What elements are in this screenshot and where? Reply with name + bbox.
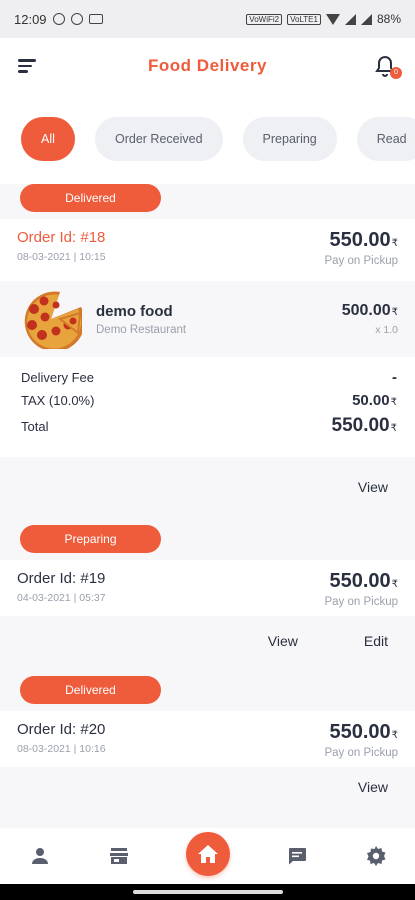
delivery-fee-value: - [392,369,397,386]
item-restaurant: Demo Restaurant [96,323,187,336]
order-actions: View [0,767,415,807]
notification-bell-icon[interactable]: 0 [373,54,402,79]
order-header[interactable]: Order Id: #19 04-03-2021 | 05:37 550.00₹… [0,560,415,616]
status-badge: Preparing [20,525,161,553]
call-icon [70,13,83,25]
tax-label: TAX (10.0%) [21,393,95,408]
signal-icon [344,13,356,25]
item-name: demo food [96,302,173,320]
home-icon [197,845,218,863]
app-header: Food Delivery 0 [0,38,415,94]
order-id: Order Id: #18 [17,229,106,246]
order-date: 08-03-2021 | 10:15 [17,251,106,263]
wifi-icon [325,13,340,25]
status-time: 12:09 [14,11,47,27]
edit-button[interactable]: Edit [364,633,388,649]
tab-ready[interactable]: Read [356,117,415,161]
order-card: Delivered Order Id: #18 08-03-2021 | 10:… [0,184,415,517]
signal-2-icon [360,13,372,25]
currency-symbol: ₹ [391,238,398,249]
battery-level: 88% [376,12,401,26]
order-card: Delivered Order Id: #20 08-03-2021 | 10:… [0,676,415,807]
bottom-navigation [0,828,415,884]
status-bar: 12:09 VoWiFi2 VoLTE1 88% [0,0,415,38]
order-item: demo food Demo Restaurant 500.00₹ x 1.0 [0,281,415,357]
food-image [20,289,85,352]
order-id: Order Id: #19 [17,570,106,587]
network-tag-2: VoLTE1 [287,13,321,25]
gesture-bar [0,884,415,900]
store-icon[interactable] [107,844,131,868]
delivery-fee-label: Delivery Fee [21,370,94,385]
order-header[interactable]: Order Id: #18 08-03-2021 | 10:15 550.00₹… [0,219,415,281]
payment-method: Pay on Pickup [324,255,398,267]
cast-icon [88,14,103,24]
settings-icon[interactable] [364,844,388,868]
order-card: Preparing Order Id: #19 04-03-2021 | 05:… [0,525,415,666]
order-date: 04-03-2021 | 05:37 [17,592,106,604]
total-label: Total [21,419,49,434]
currency-symbol: ₹ [391,579,398,590]
whatsapp-icon [52,13,65,25]
tab-order-received[interactable]: Order Received [95,117,223,161]
tax-value: 50.00 [352,392,390,409]
total-value: 550.00 [331,415,390,436]
chat-icon[interactable] [285,844,309,868]
order-amount: 550.00 [329,721,391,743]
status-badge: Delivered [20,184,161,212]
order-amount: 550.00 [329,229,391,251]
tab-preparing[interactable]: Preparing [242,117,337,161]
home-button[interactable] [185,832,230,876]
status-filter-tabs: All Order Received Preparing Read [0,94,415,184]
order-fees: Delivery Fee - TAX (10.0%) 50.00₹ Total … [0,357,415,457]
total-row: Total 550.00₹ [21,415,397,438]
payment-method: Pay on Pickup [324,747,398,759]
item-quantity: x 1.0 [375,324,398,336]
tax-row: TAX (10.0%) 50.00₹ [21,392,397,415]
view-button[interactable]: View [358,479,388,495]
currency-symbol: ₹ [390,397,397,408]
order-id: Order Id: #20 [17,721,106,738]
currency-symbol: ₹ [391,307,398,318]
currency-symbol: ₹ [391,730,398,741]
profile-icon[interactable] [28,844,52,868]
network-tag-1: VoWiFi2 [246,13,283,25]
order-header[interactable]: Order Id: #20 08-03-2021 | 10:16 550.00₹… [0,711,415,767]
order-amount: 550.00 [329,570,391,592]
order-actions: View [0,457,415,517]
delivery-fee-row: Delivery Fee - [21,369,397,392]
currency-symbol: ₹ [390,423,397,434]
menu-icon[interactable] [18,59,40,73]
item-price: 500.00 [341,302,391,319]
view-button[interactable]: View [358,779,388,795]
order-date: 08-03-2021 | 10:16 [17,743,106,755]
tab-all[interactable]: All [21,117,75,161]
notification-badge: 0 [390,67,402,79]
view-button[interactable]: View [268,633,298,649]
order-actions: View Edit [0,616,415,666]
payment-method: Pay on Pickup [324,596,398,608]
page-title: Food Delivery [148,56,267,75]
orders-list: Delivered Order Id: #18 08-03-2021 | 10:… [0,184,415,807]
status-badge: Delivered [20,676,161,704]
